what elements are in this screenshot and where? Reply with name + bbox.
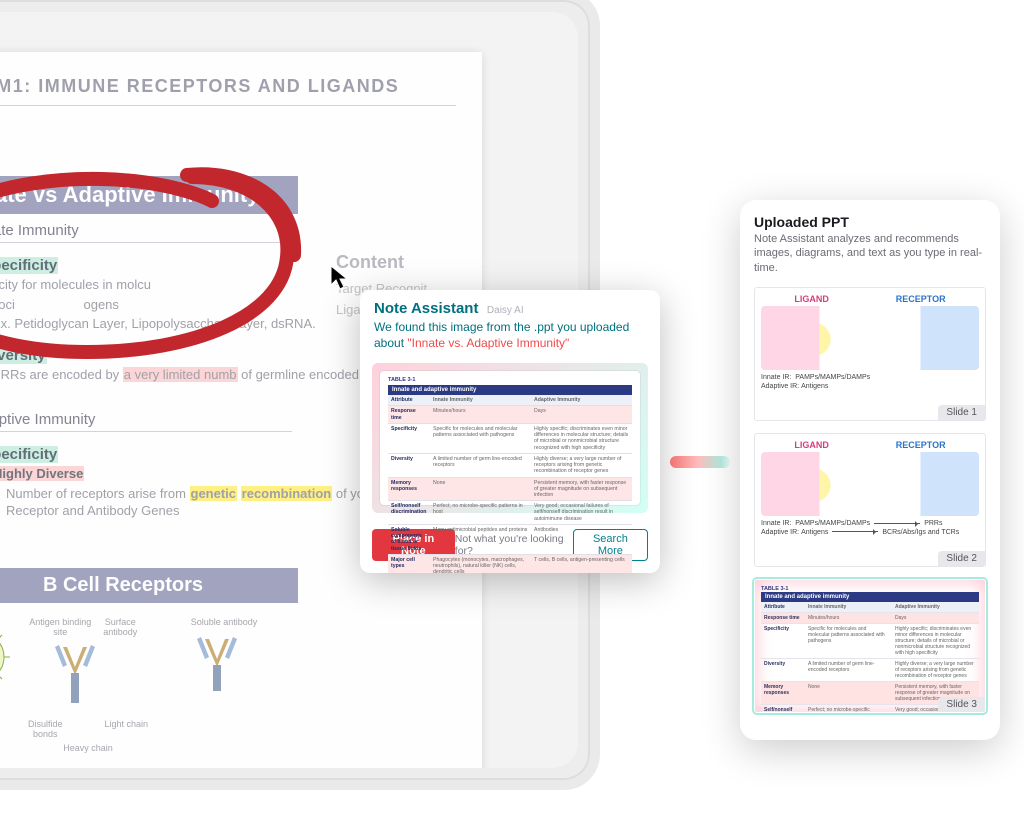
figure-label: B cell (0, 617, 12, 627)
popover-title: Note Assistant (374, 300, 478, 317)
slide-thumbnail[interactable]: LIGANDRECEPTOR Innate IR: PAMPs/MAMPs/DA… (754, 287, 986, 421)
slide-number: Slide 1 (938, 405, 985, 420)
result-table: TABLE 3-1 Innate and adaptive immunity A… (380, 371, 640, 505)
figure-label: Heavy chain (28, 743, 148, 753)
antibody-icon (179, 627, 269, 707)
section-heading: B Cell Receptors (0, 568, 298, 603)
section-bcell: B Cell Receptors B cell Antigen- binding… (0, 568, 456, 753)
subsection-label: Adaptive Immunity (0, 411, 292, 432)
cursor-icon (330, 265, 352, 291)
antibody-icon (33, 637, 143, 717)
slide-thumbnail-selected[interactable]: TABLE 3-1 Innate and adaptive immunity A… (754, 579, 986, 713)
popover-header: Note Assistant Daisy AI We found this im… (360, 290, 660, 355)
figure-row: B cell Antigen- binding receptor (antibo… (0, 617, 456, 753)
slide-content: TABLE 3-1 Innate and adaptive immunity A… (761, 586, 979, 692)
ppt-panel-subtitle: Note Assistant analyzes and recommends i… (754, 232, 986, 275)
content-heading: Content (336, 252, 456, 273)
figure-label: Soluble antibody (164, 617, 284, 627)
figure-label: Disulfide bonds (28, 719, 63, 739)
popover-subtitle: We found this image from the .ppt you up… (374, 320, 646, 351)
slide-thumbnail[interactable]: LIGANDRECEPTOR Innate IR: PAMPs/MAMPs/DA… (754, 433, 986, 567)
figure-label: Surface antibody (93, 617, 148, 637)
slide-number: Slide 2 (938, 551, 985, 566)
slide-number: Slide 3 (938, 697, 985, 712)
popover-result-image[interactable]: TABLE 3-1 Innate and adaptive immunity A… (372, 363, 648, 513)
stage: GY | M1: IMMUNE RECEPTORS AND LIGANDS Co… (0, 0, 1024, 819)
page-title: GY | M1: IMMUNE RECEPTORS AND LIGANDS (0, 76, 456, 106)
section-heading: Innate vs Adaptive Immunity (0, 176, 298, 214)
connector-icon (670, 456, 730, 468)
figure-bcell: B cell Antigen- binding receptor (antibo… (0, 617, 12, 729)
figure-antibody-soluble: Soluble antibody (164, 617, 284, 709)
slide-content: LIGANDRECEPTOR Innate IR: PAMPs/MAMPs/DA… (761, 294, 979, 400)
uploaded-ppt-panel: Uploaded PPT Note Assistant analyzes and… (740, 200, 1000, 740)
subsection: Innate Immunity (0, 222, 456, 243)
ppt-panel-title: Uploaded PPT (754, 214, 986, 230)
figure-label: Light chain (104, 719, 148, 739)
popover-brand: Daisy AI (487, 305, 524, 316)
figure-label: Antigen- binding receptor (antibody) (0, 689, 12, 729)
note-assistant-popover: Note Assistant Daisy AI We found this im… (360, 290, 660, 573)
slide-content: LIGANDRECEPTOR Innate IR: PAMPs/MAMPs/DA… (761, 440, 979, 546)
bcell-icon (0, 627, 10, 687)
figure-antibody: Antigen binding site Surface antibody (28, 617, 148, 753)
subsection-label: Innate Immunity (0, 222, 292, 243)
figure-label: Antigen binding site (28, 617, 93, 637)
